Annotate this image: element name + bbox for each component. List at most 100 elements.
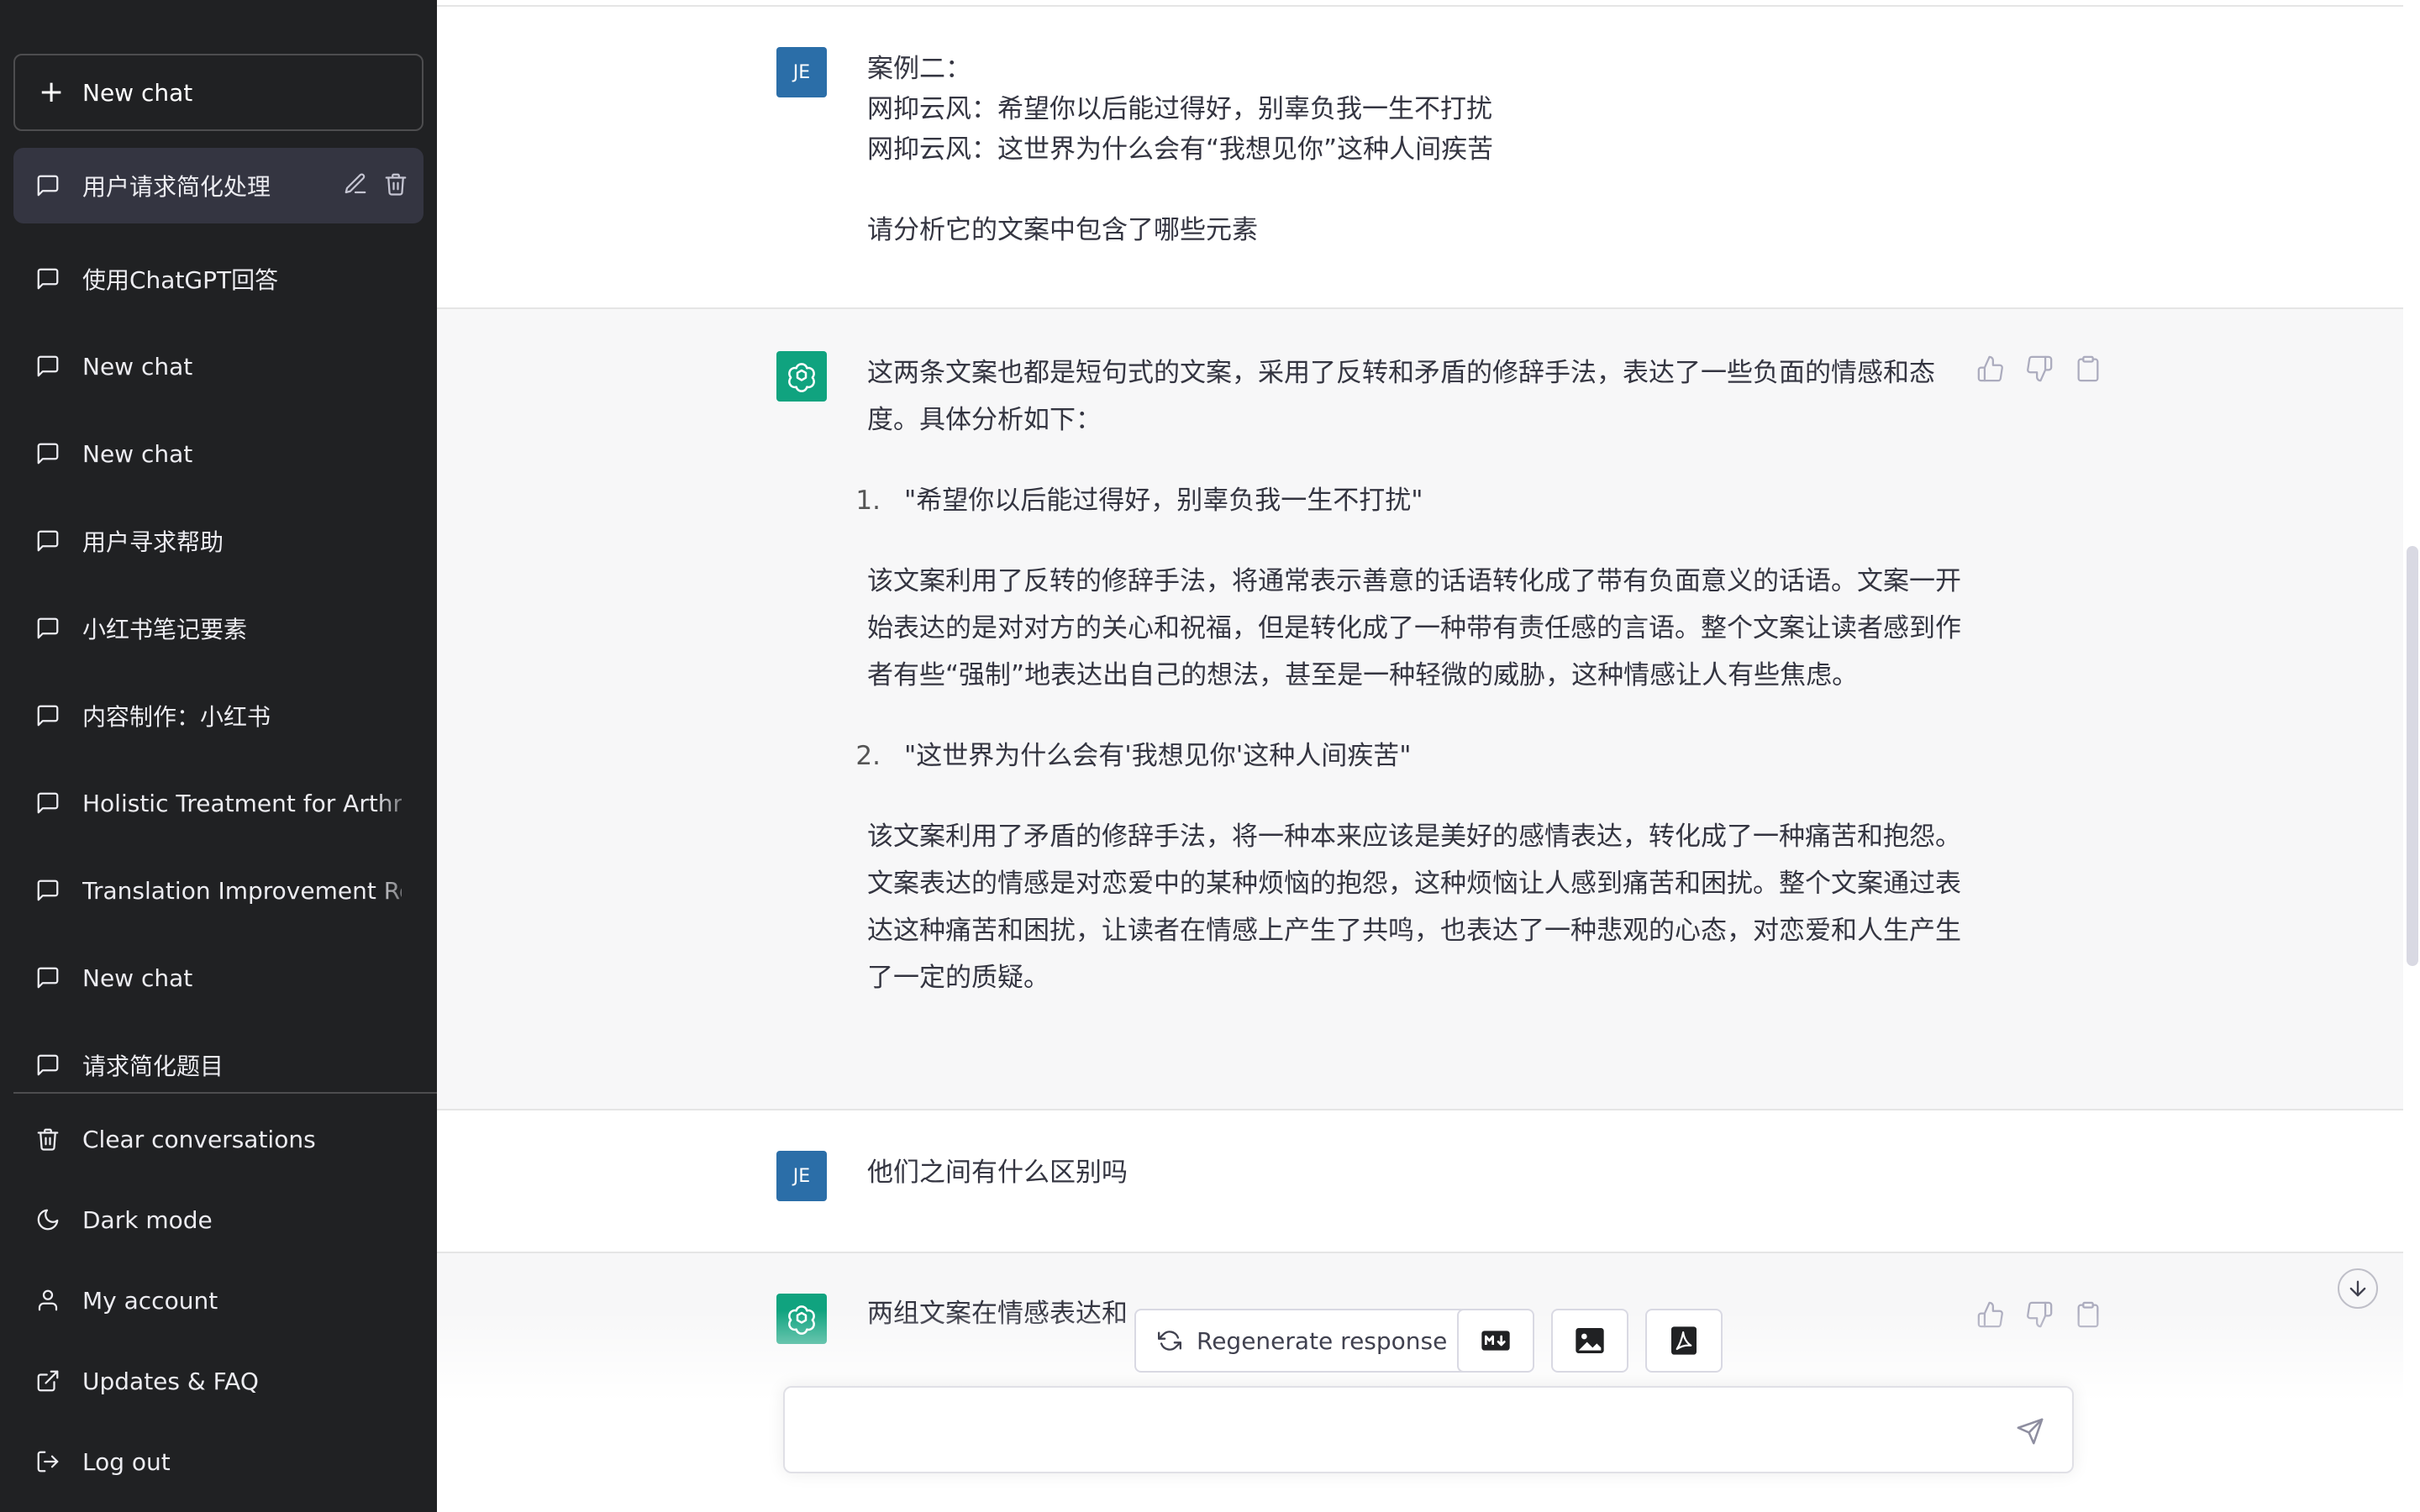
thumbs-down-icon[interactable]: [2025, 354, 2054, 383]
dark-mode-button[interactable]: Dark mode: [13, 1179, 424, 1260]
new-chat-button[interactable]: + New chat: [13, 54, 424, 131]
message-feedback-actions: [1976, 354, 2102, 383]
conversation-label: New chat: [82, 439, 193, 468]
conversation-label: New chat: [82, 963, 193, 992]
regenerate-response-button[interactable]: Regenerate response: [1134, 1309, 1471, 1373]
chat-bubble-icon: [37, 175, 59, 197]
message-line: 请分析它的文案中包含了哪些元素: [867, 215, 1258, 245]
conversation-item[interactable]: 请求简化题目: [13, 1021, 424, 1109]
conversation-item-active[interactable]: 用户请求简化处理: [13, 148, 424, 223]
moon-icon: [37, 1209, 59, 1231]
conversation-item[interactable]: 使用ChatGPT回答: [13, 235, 424, 323]
assistant-message: 这两条文案也都是短句式的文案，采用了反转和矛盾的修辞手法，表达了一些负面的情感和…: [437, 309, 2403, 1110]
conversation-item[interactable]: New chat: [13, 934, 424, 1021]
updates-faq-link[interactable]: Updates & FAQ: [13, 1341, 424, 1421]
message-input[interactable]: [805, 1411, 1981, 1452]
chat-bubble-icon: [37, 879, 59, 901]
export-image-button[interactable]: [1551, 1309, 1628, 1373]
label-fade: [373, 847, 424, 934]
top-border: [437, 0, 2403, 7]
trash-icon[interactable]: [383, 171, 408, 197]
scrollbar-track: [2403, 0, 2420, 1512]
clear-conversations-label: Clear conversations: [82, 1125, 316, 1153]
chat-area: JE 案例二： 网抑云风：希望你以后能过得好，别辜负我一生不打扰 网抑云风：这世…: [437, 0, 2420, 1512]
conversation-actions: [343, 171, 408, 197]
message-line: 网抑云风：这世界为什么会有“我想见你”这种人间疾苦: [867, 134, 1494, 165]
chat-bubble-icon: [37, 1054, 59, 1076]
conversation-label: New chat: [82, 352, 193, 381]
conversation-label: Translation Improvement Request: [82, 876, 402, 905]
new-chat-label: New chat: [82, 78, 193, 107]
log-out-button[interactable]: Log out: [13, 1421, 424, 1502]
conversation-item[interactable]: 用户寻求帮助: [13, 497, 424, 585]
message-line: 网抑云风：希望你以后能过得好，别辜负我一生不打扰: [867, 94, 1492, 124]
my-account-label: My account: [82, 1286, 218, 1315]
user-message-text: 案例二： 网抑云风：希望你以后能过得好，别辜负我一生不打扰 网抑云风：这世界为什…: [867, 49, 1985, 250]
conversation-label: 使用ChatGPT回答: [82, 266, 279, 294]
log-out-label: Log out: [82, 1447, 171, 1476]
list-item: 1. "希望你以后能过得好，别辜负我一生不打扰": [855, 477, 1985, 524]
dark-mode-label: Dark mode: [82, 1205, 213, 1234]
response-paragraph: 该文案利用了矛盾的修辞手法，将一种本来应该是美好的感情表达，转化成了一种痛苦和抱…: [867, 822, 1961, 993]
message-line: 案例二：: [867, 54, 971, 84]
send-icon: [2017, 1418, 2044, 1445]
chat-bubble-icon: [37, 792, 59, 814]
user-avatar: JE: [776, 47, 827, 97]
label-fade: [373, 759, 424, 847]
updates-faq-label: Updates & FAQ: [82, 1367, 259, 1395]
chat-bubble-icon: [37, 617, 59, 639]
user-icon: [38, 1289, 58, 1311]
send-button[interactable]: [2013, 1415, 2047, 1448]
clipboard-icon[interactable]: [2074, 354, 2102, 383]
user-message-text: 他们之间有什么区别吗: [867, 1158, 1128, 1188]
conversation-list: 用户请求简化处理 使用ChatGPT回答 New chat New chat 用…: [13, 148, 424, 1109]
export-markdown-button[interactable]: [1457, 1309, 1534, 1373]
clear-conversations-button[interactable]: Clear conversations: [13, 1099, 424, 1179]
chat-bubble-icon: [37, 705, 59, 727]
conversation-item[interactable]: Holistic Treatment for Arthritis: [13, 759, 424, 847]
edit-icon[interactable]: [343, 171, 368, 197]
conversation-item[interactable]: Translation Improvement Request: [13, 847, 424, 934]
conversation-label: 内容制作：小红书: [82, 703, 271, 731]
list-item: 2. "这世界为什么会有'我想见你'这种人间疾苦": [855, 732, 1985, 780]
conversation-item[interactable]: 小红书笔记要素: [13, 585, 424, 672]
conversation-label: 小红书笔记要素: [82, 616, 248, 643]
arrow-down-icon: [2349, 1280, 2366, 1297]
pdf-icon: [1671, 1326, 1697, 1355]
list-item-text: "希望你以后能过得好，别辜负我一生不打扰": [904, 486, 1423, 516]
conversation-item[interactable]: New chat: [13, 323, 424, 410]
user-message: JE 他们之间有什么区别吗: [437, 1110, 2403, 1253]
sidebar-bottom-menu: Clear conversations Dark mode My account…: [13, 1099, 424, 1502]
conversation-label: 用户请求简化处理: [82, 173, 271, 201]
response-intro: 这两条文案也都是短句式的文案，采用了反转和矛盾的修辞手法，表达了一些负面的情感和…: [867, 358, 1935, 435]
regenerate-label: Regenerate response: [1197, 1326, 1448, 1355]
chat-bubble-icon: [37, 268, 59, 290]
thumbs-up-icon[interactable]: [1976, 354, 2005, 383]
list-number: 2.: [855, 741, 881, 771]
chat-bubble-icon: [37, 530, 59, 552]
sidebar-divider: [13, 1092, 437, 1094]
app-window: + New chat 用户请求简化处理 使用ChatGPT回答 New chat: [0, 0, 2420, 1512]
log-out-icon: [37, 1451, 59, 1473]
chat-bubble-icon: [37, 967, 59, 989]
list-item-text: "这世界为什么会有'我想见你'这种人间疾苦": [904, 741, 1412, 771]
response-paragraph: 该文案利用了反转的修辞手法，将通常表示善意的话语转化成了带有负面意义的话语。文案…: [867, 566, 1961, 690]
conversation-item[interactable]: 内容制作：小红书: [13, 672, 424, 759]
assistant-avatar: [776, 351, 827, 402]
plus-icon: +: [39, 75, 65, 109]
openai-logo-icon: [788, 363, 815, 392]
message-composer: [783, 1386, 2074, 1473]
chat-bubble-icon: [37, 443, 59, 465]
my-account-button[interactable]: My account: [13, 1260, 424, 1341]
image-icon: [1576, 1328, 1604, 1353]
refresh-icon: [1158, 1331, 1181, 1351]
conversation-label: Holistic Treatment for Arthritis: [82, 789, 402, 817]
export-pdf-button[interactable]: [1645, 1309, 1723, 1373]
trash-icon: [37, 1128, 59, 1151]
user-avatar: JE: [776, 1151, 827, 1201]
scroll-to-bottom-button[interactable]: [2338, 1268, 2378, 1309]
message-line-blank: [867, 170, 1985, 210]
conversation-item[interactable]: New chat: [13, 410, 424, 497]
scrollbar-thumb[interactable]: [2407, 546, 2418, 966]
chat-bubble-icon: [37, 355, 59, 377]
